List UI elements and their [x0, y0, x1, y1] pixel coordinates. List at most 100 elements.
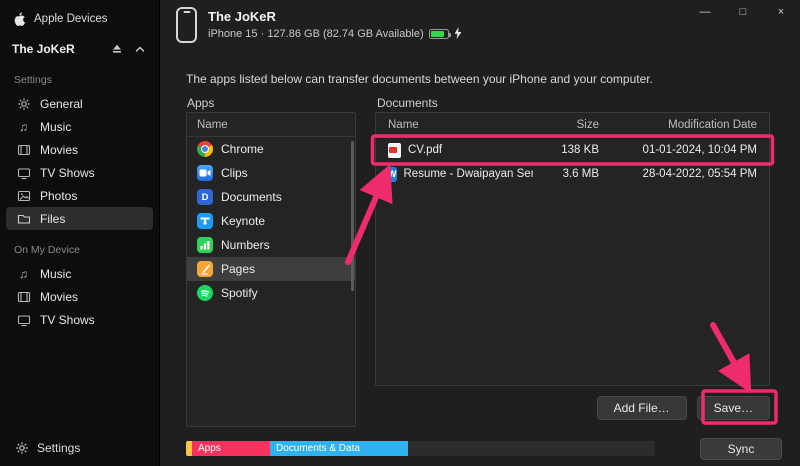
charging-bolt-icon	[454, 27, 462, 42]
sidebar-item-photos[interactable]: Photos	[6, 184, 153, 207]
chevron-up-icon[interactable]	[132, 42, 147, 57]
spotify-icon	[197, 285, 213, 301]
sidebar-item-device-tv-shows[interactable]: TV Shows	[6, 308, 153, 331]
app-row-clips[interactable]: Clips	[187, 161, 355, 185]
document-row-resume-docx[interactable]: W Resume - Dwaipayan Sengupta.docx 3.6 M…	[376, 162, 769, 186]
sidebar-section-on-my-device: On My Device	[0, 244, 159, 256]
column-name[interactable]: Name	[388, 119, 533, 131]
folder-icon	[16, 211, 31, 226]
app-name: Pages	[221, 262, 255, 276]
sidebar-item-label: TV Shows	[40, 166, 95, 180]
sidebar-settings-button[interactable]: Settings	[14, 440, 80, 455]
minimize-button[interactable]: —	[686, 0, 724, 24]
capacity-segment-apps: Apps	[192, 441, 270, 456]
column-modification-date[interactable]: Modification Date	[607, 119, 757, 131]
apps-column-header: Name	[187, 113, 355, 137]
sidebar-item-label: Movies	[40, 143, 78, 157]
apple-logo-icon	[12, 12, 27, 27]
app-name: Chrome	[221, 142, 264, 156]
apps-scrollbar[interactable]	[351, 141, 354, 291]
device-info: iPhone 15 · 127.86 GB (82.74 GB Availabl…	[208, 28, 424, 40]
document-date: 01-01-2024, 10:04 PM	[607, 144, 757, 156]
sidebar-item-general[interactable]: General	[6, 92, 153, 115]
eject-icon[interactable]	[109, 42, 124, 57]
maximize-button[interactable]: □	[724, 0, 762, 24]
document-row-cv-pdf[interactable]: CV.pdf 138 KB 01-01-2024, 10:04 PM	[376, 138, 769, 162]
document-name: Resume - Dwaipayan Sengupta.docx	[404, 168, 534, 180]
document-actions: Add File… Save…	[375, 396, 770, 420]
iphone-icon	[176, 7, 197, 43]
chrome-icon	[197, 141, 213, 157]
document-name: CV.pdf	[408, 144, 442, 156]
tv-icon	[16, 165, 31, 180]
sidebar-footer-label: Settings	[37, 441, 80, 455]
pdf-file-icon	[388, 143, 401, 158]
sidebar-item-device-music[interactable]: ♫ Music	[6, 262, 153, 285]
save-button[interactable]: Save…	[697, 396, 770, 420]
tv-icon	[16, 312, 31, 327]
app-name: Keynote	[221, 214, 265, 228]
sidebar-item-files[interactable]: Files	[6, 207, 153, 230]
app-brand: Apple Devices	[0, 0, 159, 28]
document-date: 28-04-2022, 05:54 PM	[607, 168, 757, 180]
app-name: Spotify	[221, 286, 258, 300]
music-note-icon: ♫	[16, 266, 31, 281]
documents-panel: Name Size Modification Date CV.pdf 138 K…	[375, 112, 770, 386]
word-file-icon: W	[388, 167, 397, 182]
app-name: Documents	[221, 190, 282, 204]
gear-icon	[14, 440, 29, 455]
sidebar-item-label: TV Shows	[40, 313, 95, 327]
sidebar-item-label: Movies	[40, 290, 78, 304]
app-row-documents[interactable]: D Documents	[187, 185, 355, 209]
add-file-button[interactable]: Add File…	[597, 396, 687, 420]
documents-header-row: Name Size Modification Date	[376, 113, 769, 138]
apps-panel: Name Chrome Clips D Documents Keynote Nu…	[186, 112, 356, 427]
sidebar-device-name: The JoKeR	[12, 42, 109, 56]
music-note-icon: ♫	[16, 119, 31, 134]
capacity-segment-documents-data: Documents & Data	[270, 441, 408, 456]
column-size[interactable]: Size	[541, 119, 599, 131]
photo-icon	[16, 188, 31, 203]
sidebar-item-label: Music	[40, 120, 71, 134]
sidebar-item-label: Photos	[40, 189, 77, 203]
sidebar-item-label: Music	[40, 267, 71, 281]
device-header: The JoKeR iPhone 15 · 127.86 GB (82.74 G…	[176, 7, 462, 43]
device-title: The JoKeR	[208, 9, 462, 24]
sidebar-item-label: Files	[40, 212, 65, 226]
window-controls: — □ ×	[686, 0, 800, 24]
clips-icon	[197, 165, 213, 181]
transfer-description: The apps listed below can transfer docum…	[186, 72, 653, 86]
gear-icon	[16, 96, 31, 111]
apps-panel-title: Apps	[187, 96, 214, 110]
sidebar-section-settings: Settings	[0, 74, 159, 86]
sidebar-item-movies[interactable]: Movies	[6, 138, 153, 161]
close-button[interactable]: ×	[762, 0, 800, 24]
film-icon	[16, 289, 31, 304]
app-row-pages[interactable]: Pages	[187, 257, 355, 281]
sidebar-item-label: General	[40, 97, 83, 111]
sync-button[interactable]: Sync	[700, 438, 782, 460]
keynote-icon	[197, 213, 213, 229]
app-name: Clips	[221, 166, 248, 180]
app-row-chrome[interactable]: Chrome	[187, 137, 355, 161]
apple-devices-window: Apple Devices The JoKeR Settings General…	[0, 0, 800, 466]
numbers-icon	[197, 237, 213, 253]
sidebar-item-music[interactable]: ♫ Music	[6, 115, 153, 138]
battery-icon	[429, 29, 449, 39]
document-size: 3.6 MB	[541, 168, 599, 180]
document-size: 138 KB	[541, 144, 599, 156]
sidebar: Apple Devices The JoKeR Settings General…	[0, 0, 160, 466]
app-row-numbers[interactable]: Numbers	[187, 233, 355, 257]
storage-capacity-bar: Apps Documents & Data	[186, 441, 655, 456]
app-name: Numbers	[221, 238, 270, 252]
sidebar-item-tv-shows[interactable]: TV Shows	[6, 161, 153, 184]
documents-panel-title: Documents	[377, 96, 438, 110]
app-row-spotify[interactable]: Spotify	[187, 281, 355, 305]
film-icon	[16, 142, 31, 157]
pages-icon	[197, 261, 213, 277]
app-title: Apple Devices	[34, 13, 108, 25]
app-row-keynote[interactable]: Keynote	[187, 209, 355, 233]
sidebar-item-device-movies[interactable]: Movies	[6, 285, 153, 308]
sidebar-device-row[interactable]: The JoKeR	[0, 38, 159, 60]
documents-icon: D	[197, 189, 213, 205]
